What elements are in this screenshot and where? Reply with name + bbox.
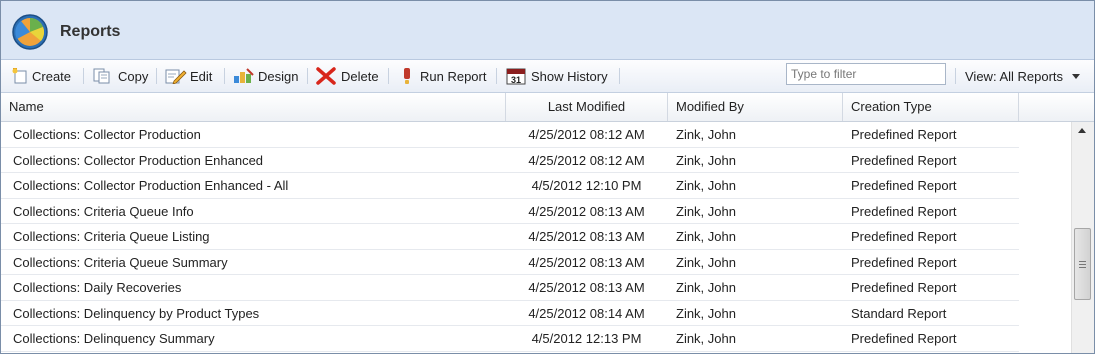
report-name: Collections: Collector Production (13, 127, 201, 142)
create-button[interactable]: Create (11, 66, 71, 86)
delete-label: Delete (341, 68, 379, 84)
last-modified: 4/25/2012 08:12 AM (528, 152, 645, 168)
last-modified: 4/5/2012 12:10 PM (531, 178, 642, 193)
last-modified: 4/25/2012 08:13 AM (528, 254, 645, 270)
modified-by: Zink, John (676, 229, 736, 244)
column-header-last-modified[interactable]: Last Modified (506, 93, 668, 121)
view-select[interactable]: View: All Reports (965, 69, 1081, 84)
create-icon (12, 68, 27, 84)
modified-by: Zink, John (676, 331, 736, 346)
filter-input[interactable] (786, 63, 946, 85)
modified-by: Zink, John (676, 254, 736, 270)
table-row[interactable]: Collections: Criteria Queue Listing 4/25… (1, 224, 1019, 250)
show-history-label: Show History (531, 68, 608, 84)
modified-by: Zink, John (676, 305, 736, 321)
last-modified: 4/25/2012 08:14 AM (528, 305, 645, 321)
page-title: Reports (60, 23, 121, 40)
grip-line (1079, 264, 1086, 265)
modified-by: Zink, John (676, 127, 736, 142)
table-row[interactable]: Collections: Delinquency Summary 4/5/201… (1, 326, 1019, 352)
run-report-label: Run Report (420, 68, 487, 84)
creation-type: Predefined Report (851, 127, 957, 142)
report-name: Collections: Criteria Queue Info (13, 203, 194, 219)
creation-type: Predefined Report (851, 203, 957, 219)
toolbar: Create Copy Edit Design Delete Run Repor… (1, 60, 1094, 93)
report-name: Collections: Criteria Queue Listing (13, 229, 210, 244)
pie-chart-icon (12, 14, 48, 50)
table-row[interactable]: Collections: Criteria Queue Summary 4/25… (1, 250, 1019, 275)
creation-type: Predefined Report (851, 254, 957, 270)
copy-button[interactable]: Copy (93, 66, 148, 86)
last-modified: 4/25/2012 08:13 AM (528, 229, 645, 244)
creation-type: Predefined Report (851, 178, 957, 193)
table-row[interactable]: Collections: Criteria Queue Info 4/25/20… (1, 199, 1019, 224)
design-icon (234, 68, 254, 83)
grip-line (1079, 261, 1086, 262)
calendar-icon: 31 (506, 68, 526, 85)
column-header-creation-type[interactable]: Creation Type (843, 93, 1019, 121)
modified-by: Zink, John (676, 152, 736, 168)
last-modified: 4/25/2012 08:13 AM (528, 280, 645, 295)
run-report-button[interactable]: Run Report (399, 66, 486, 86)
edit-button[interactable]: Edit (165, 66, 212, 86)
edit-icon (165, 69, 187, 84)
modified-by: Zink, John (676, 178, 736, 193)
creation-type: Predefined Report (851, 229, 957, 244)
grip-line (1079, 267, 1086, 268)
toolbar-divider (307, 68, 308, 84)
toolbar-divider (955, 68, 956, 84)
copy-label: Copy (118, 68, 149, 84)
toolbar-divider (496, 68, 497, 84)
creation-type: Predefined Report (851, 331, 957, 346)
design-button[interactable]: Design (233, 66, 298, 86)
report-name: Collections: Daily Recoveries (13, 280, 182, 295)
delete-icon (316, 67, 336, 85)
report-name: Collections: Criteria Queue Summary (13, 254, 228, 270)
report-name: Collections: Delinquency Summary (13, 331, 215, 346)
chevron-down-icon (1072, 74, 1081, 79)
column-header-modified-by[interactable]: Modified By (668, 93, 843, 121)
table-row[interactable]: Collections: Collector Production Enhanc… (1, 173, 1019, 199)
creation-type: Standard Report (851, 305, 947, 321)
creation-type: Predefined Report (851, 280, 957, 295)
grid-header: Name Last Modified Modified By Creation … (1, 93, 1094, 122)
svg-text:31: 31 (511, 75, 521, 85)
toolbar-divider (156, 68, 157, 84)
table-row[interactable]: Collections: Delinquency by Product Type… (1, 301, 1019, 326)
show-history-button[interactable]: 31 Show History (506, 66, 608, 86)
last-modified: 4/25/2012 08:12 AM (528, 127, 645, 142)
modified-by: Zink, John (676, 203, 736, 219)
table-row[interactable]: Collections: Collector Production Enhanc… (1, 148, 1019, 173)
design-label: Design (258, 68, 299, 84)
edit-label: Edit (190, 68, 213, 84)
report-name: Collections: Collector Production Enhanc… (13, 178, 289, 193)
modified-by: Zink, John (676, 280, 736, 295)
report-name: Collections: Delinquency by Product Type… (13, 305, 260, 321)
run-icon (404, 68, 410, 84)
report-name: Collections: Collector Production Enhanc… (13, 152, 264, 168)
last-modified: 4/25/2012 08:13 AM (528, 203, 645, 219)
creation-type: Predefined Report (851, 152, 957, 168)
copy-icon (93, 68, 110, 84)
title-bar: Reports (1, 1, 1094, 60)
table-row[interactable]: Collections: Daily Recoveries 4/25/2012 … (1, 275, 1019, 301)
reports-window: Reports Create Copy Edit Design Delete R… (0, 0, 1095, 354)
delete-button[interactable]: Delete (316, 66, 379, 86)
scrollbar-thumb[interactable] (1074, 228, 1091, 300)
column-header-name[interactable]: Name (1, 93, 506, 121)
table-row[interactable]: Collections: Collector Production 4/25/2… (1, 122, 1019, 148)
view-label: View: All Reports (965, 69, 1064, 84)
toolbar-divider (83, 68, 84, 84)
create-label: Create (32, 68, 72, 84)
last-modified: 4/5/2012 12:13 PM (531, 331, 642, 346)
toolbar-divider (224, 68, 225, 84)
toolbar-divider (388, 68, 389, 84)
scroll-up-icon[interactable] (1078, 128, 1086, 133)
report-list: Collections: Collector Production 4/25/2… (1, 122, 1071, 353)
vertical-scrollbar[interactable] (1071, 122, 1094, 353)
toolbar-divider (619, 68, 620, 84)
